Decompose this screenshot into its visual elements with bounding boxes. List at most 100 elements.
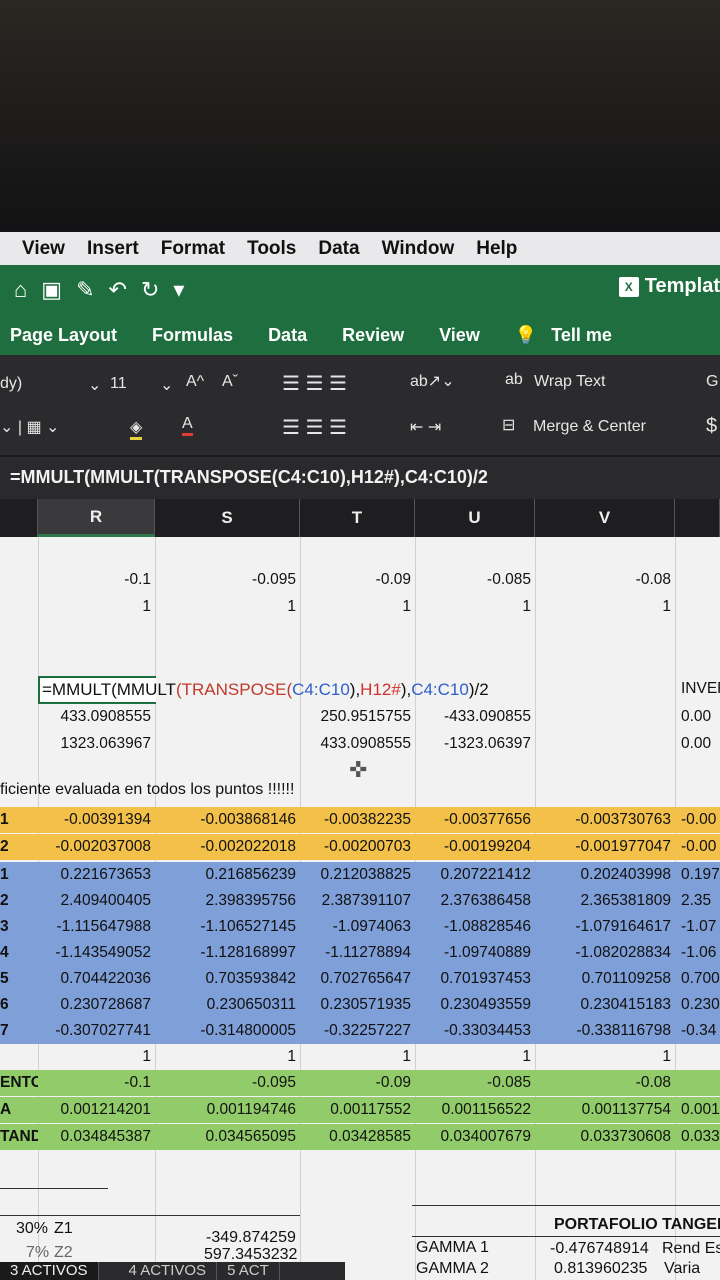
merge-center-button[interactable]: Merge & Center — [533, 418, 646, 436]
row-label[interactable]: TANDA — [0, 1124, 38, 1150]
column-header-t[interactable]: T — [300, 499, 415, 537]
row-label[interactable]: 3 — [0, 914, 38, 940]
cell[interactable]: -1.079164617 — [535, 914, 675, 940]
cell[interactable]: 2.387391107 — [300, 888, 415, 914]
cell[interactable]: -0.1 — [38, 567, 155, 593]
cell[interactable]: 0.207221412 — [415, 862, 535, 888]
cell[interactable]: 0.216856239 — [155, 862, 300, 888]
shrink-font-button[interactable]: Aˇ — [222, 373, 238, 391]
tab-view[interactable]: View — [439, 325, 480, 346]
menu-insert[interactable]: Insert — [87, 238, 139, 260]
edit-icon[interactable]: ✎ — [76, 277, 94, 303]
cell[interactable]: 0.230728687 — [38, 992, 155, 1018]
save-icon[interactable]: ▣ — [41, 277, 62, 303]
cell[interactable]: 1 — [535, 594, 675, 620]
cell[interactable]: 0.703593842 — [155, 966, 300, 992]
cell[interactable]: 0.0011 — [675, 1097, 720, 1123]
cell[interactable]: -0.095 — [155, 567, 300, 593]
tab-page-layout[interactable]: Page Layout — [10, 325, 117, 346]
cell[interactable]: 2.365381809 — [535, 888, 675, 914]
cell[interactable]: 0.001137754 — [535, 1097, 675, 1123]
menu-view[interactable]: View — [22, 238, 65, 260]
cell[interactable]: 0.212038825 — [300, 862, 415, 888]
menu-data[interactable]: Data — [318, 238, 359, 260]
cell[interactable]: -0.08 — [535, 1070, 675, 1096]
cell[interactable]: 0.704422036 — [38, 966, 155, 992]
cell[interactable] — [675, 620, 720, 646]
cell[interactable]: 0.001214201 — [38, 1097, 155, 1123]
home-icon[interactable]: ⌂ — [14, 277, 27, 303]
column-header-r[interactable]: R — [38, 499, 155, 537]
row-label[interactable]: A — [0, 1097, 38, 1123]
cell[interactable]: -1.0974063 — [300, 914, 415, 940]
redo-icon[interactable]: ↻ — [141, 277, 159, 303]
cell[interactable]: 0.001194746 — [155, 1097, 300, 1123]
cell[interactable]: -0.314800005 — [155, 1018, 300, 1044]
cell[interactable] — [535, 731, 675, 757]
cell[interactable] — [675, 781, 720, 807]
cell[interactable] — [38, 620, 155, 646]
cell[interactable]: -0.00 — [675, 807, 720, 833]
number-format-select[interactable]: G — [706, 373, 718, 391]
cell[interactable]: -0.00377656 — [415, 807, 535, 833]
row-label[interactable] — [0, 731, 38, 757]
cell[interactable] — [415, 646, 535, 672]
menu-window[interactable]: Window — [382, 238, 455, 260]
column-header-w[interactable] — [675, 499, 720, 537]
cell[interactable]: -0.32257227 — [300, 1018, 415, 1044]
row-label[interactable]: 5 — [0, 966, 38, 992]
cell[interactable]: 0.00117552 — [300, 1097, 415, 1123]
cell[interactable]: 1323.063967 — [38, 731, 155, 757]
cell[interactable]: -0.09 — [300, 567, 415, 593]
cell[interactable]: 0.230650311 — [155, 992, 300, 1018]
menu-format[interactable]: Format — [161, 238, 225, 260]
customize-icon[interactable]: ▾ — [173, 277, 184, 303]
cell[interactable] — [155, 646, 300, 672]
cell[interactable]: -1.06 — [675, 940, 720, 966]
menu-help[interactable]: Help — [476, 238, 517, 260]
cell[interactable]: 2.398395756 — [155, 888, 300, 914]
row-label[interactable] — [0, 756, 38, 782]
cell[interactable]: 250.9515755 — [300, 704, 415, 730]
chevron-down-icon[interactable]: ⌄ — [160, 375, 173, 395]
cell[interactable] — [155, 756, 300, 782]
cell[interactable]: 0.230571935 — [300, 992, 415, 1018]
row-label[interactable] — [0, 594, 38, 620]
cell[interactable]: -0.307027741 — [38, 1018, 155, 1044]
cell[interactable]: 2.376386458 — [415, 888, 535, 914]
cell[interactable]: 0.230 — [675, 992, 720, 1018]
sheet-tab-5-activos[interactable]: 5 ACT — [217, 1262, 280, 1280]
cell[interactable]: -0.095 — [155, 1070, 300, 1096]
cell[interactable] — [675, 646, 720, 672]
cell[interactable] — [535, 646, 675, 672]
cell[interactable]: 0.00 — [675, 704, 720, 730]
cell[interactable] — [675, 567, 720, 593]
cell[interactable]: 0.034565095 — [155, 1124, 300, 1150]
cell[interactable]: 0.033730608 — [535, 1124, 675, 1150]
cell[interactable]: -0.00199204 — [415, 834, 535, 860]
row-label[interactable] — [0, 567, 38, 593]
cell[interactable]: -1.115647988 — [38, 914, 155, 940]
cell[interactable]: -1.09740889 — [415, 940, 535, 966]
wrap-text-button[interactable]: Wrap Text — [534, 373, 605, 391]
cell[interactable]: 1 — [38, 1044, 155, 1070]
cell[interactable]: -1.08828546 — [415, 914, 535, 940]
cell[interactable] — [300, 781, 415, 807]
row-label[interactable]: 1 — [0, 862, 38, 888]
cell[interactable]: 1 — [300, 594, 415, 620]
merge-icon[interactable]: ⊟ — [502, 415, 515, 435]
cell[interactable]: -0.33034453 — [415, 1018, 535, 1044]
cell[interactable]: -0.001977047 — [535, 834, 675, 860]
tab-review[interactable]: Review — [342, 325, 404, 346]
cell[interactable]: 2.35 — [675, 888, 720, 914]
sheet-tab-3-activos[interactable]: 3 ACTIVOS — [0, 1262, 99, 1280]
orientation-icon[interactable]: ab↗⌄ — [410, 371, 455, 391]
cell[interactable]: 433.0908555 — [38, 704, 155, 730]
cell[interactable]: INVEF — [675, 676, 720, 702]
chevron-down-icon[interactable]: ⌄ — [88, 375, 101, 395]
row-label[interactable] — [0, 704, 38, 730]
borders-icon[interactable]: ⌄ | ▦ ⌄ — [0, 417, 59, 437]
cell[interactable]: -0.00382235 — [300, 807, 415, 833]
cell[interactable]: -0.003730763 — [535, 807, 675, 833]
font-size-select[interactable]: 11 — [110, 375, 127, 393]
